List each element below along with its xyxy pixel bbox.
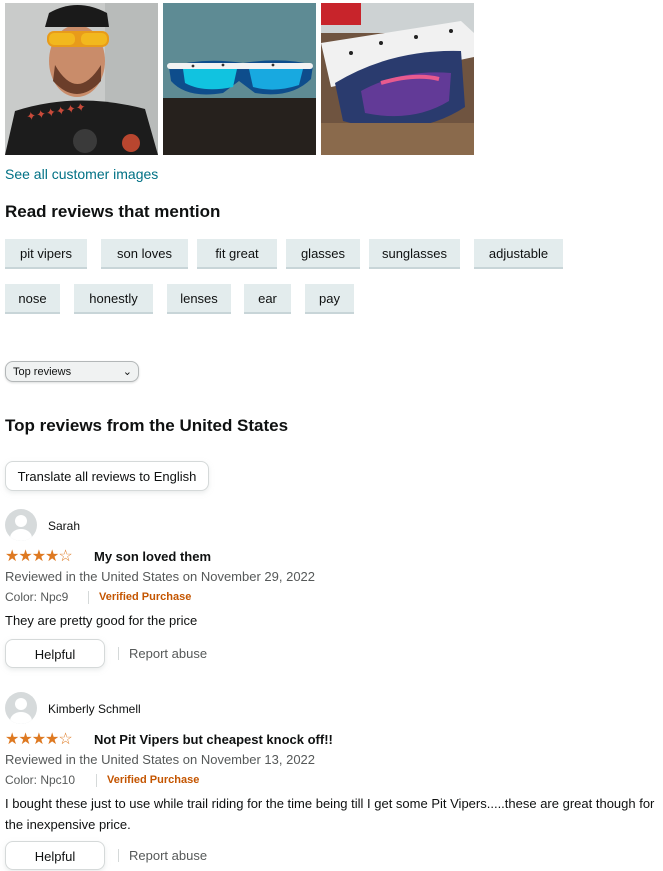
reviewer-name[interactable]: Sarah: [48, 519, 80, 533]
chevron-down-icon: ⌄: [122, 366, 132, 378]
review-title[interactable]: My son loved them: [94, 549, 211, 564]
mention-chip[interactable]: lenses: [167, 284, 231, 314]
mention-chip[interactable]: pit vipers: [5, 239, 87, 269]
review-title[interactable]: Not Pit Vipers but cheapest knock off!!: [94, 732, 333, 747]
report-abuse-link[interactable]: Report abuse: [129, 848, 207, 863]
helpful-button[interactable]: Helpful: [5, 639, 105, 668]
mention-chip[interactable]: nose: [5, 284, 60, 314]
review-date: Reviewed in the United States on Novembe…: [5, 752, 316, 767]
star-rating-icon[interactable]: ★★★★☆: [5, 729, 73, 749]
star-rating-icon[interactable]: ★★★★☆: [5, 546, 73, 566]
customer-image-2[interactable]: [163, 3, 316, 155]
translate-reviews-button[interactable]: Translate all reviews to English: [5, 461, 209, 491]
mention-chip[interactable]: pay: [305, 284, 354, 314]
reviewer-name[interactable]: Kimberly Schmell: [48, 702, 141, 716]
sort-reviews-select[interactable]: Top reviews ⌄: [5, 361, 139, 382]
customer-image-2-art: [163, 3, 316, 155]
review-color[interactable]: Color: Npc10: [5, 773, 75, 787]
customer-image-1-art: ✦✦✦✦✦✦: [5, 3, 158, 155]
avatar: [5, 509, 37, 541]
report-abuse-link[interactable]: Report abuse: [129, 646, 207, 661]
verified-purchase-badge: Verified Purchase: [107, 774, 200, 786]
divider: [118, 647, 119, 660]
verified-purchase-badge: Verified Purchase: [99, 591, 192, 603]
customer-image-3[interactable]: [321, 3, 474, 155]
divider: [96, 774, 97, 787]
divider: [118, 849, 119, 862]
review-body: I bought these just to use while trail r…: [5, 796, 655, 832]
review-color[interactable]: Color: Npc9: [5, 590, 68, 604]
customer-images: ✦✦✦✦✦✦: [5, 3, 474, 155]
review-date: Reviewed in the United States on Novembe…: [5, 569, 316, 584]
mention-chip[interactable]: sunglasses: [369, 239, 460, 269]
mention-chip[interactable]: son loves: [101, 239, 188, 269]
customer-image-3-art: [321, 3, 474, 155]
review-body: They are pretty good for the price: [5, 613, 198, 628]
mentions-heading: Read reviews that mention: [5, 202, 221, 221]
top-reviews-heading: Top reviews from the United States: [5, 416, 289, 435]
mention-chip[interactable]: fit great: [197, 239, 277, 269]
customer-image-1[interactable]: ✦✦✦✦✦✦: [5, 3, 158, 155]
see-all-customer-images-link[interactable]: See all customer images: [5, 166, 158, 182]
sort-selected-value: Top reviews: [13, 366, 72, 378]
divider: [88, 591, 89, 604]
helpful-button[interactable]: Helpful: [5, 841, 105, 870]
avatar: [5, 692, 37, 724]
mention-chip[interactable]: ear: [244, 284, 291, 314]
mention-chip[interactable]: glasses: [286, 239, 360, 269]
mention-chip[interactable]: adjustable: [474, 239, 563, 269]
mention-chip[interactable]: honestly: [74, 284, 153, 314]
